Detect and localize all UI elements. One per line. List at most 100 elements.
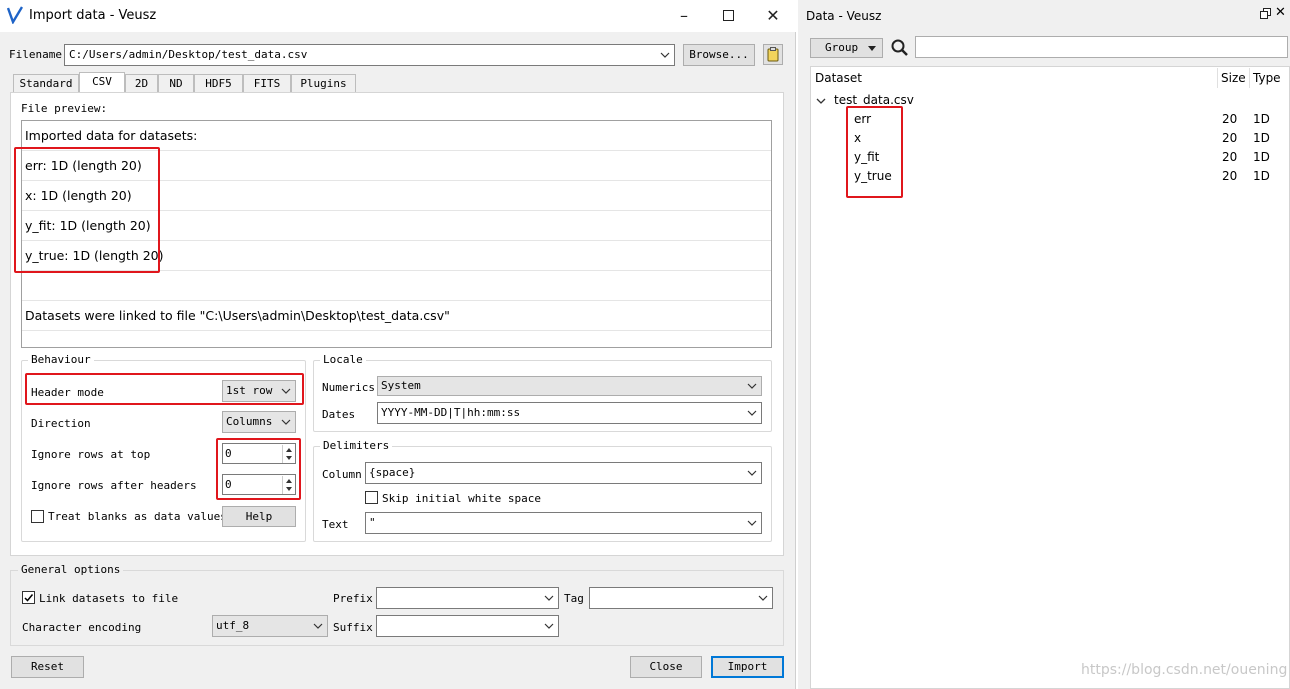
search-icon[interactable] — [890, 38, 910, 58]
link-datasets-label: Link datasets to file — [39, 592, 179, 605]
column-header-dataset: Dataset — [815, 71, 862, 85]
filename-label: Filename — [9, 48, 62, 61]
chevron-down-icon — [544, 616, 554, 636]
prefix-label: Prefix — [333, 592, 373, 605]
tag-input[interactable] — [589, 587, 773, 609]
tab-standard[interactable]: Standard — [13, 74, 79, 92]
preview-line — [22, 271, 771, 301]
skip-whitespace-checkbox[interactable] — [365, 491, 378, 504]
tab-csv[interactable]: CSV — [79, 72, 125, 92]
search-input[interactable] — [915, 36, 1288, 58]
datasets-highlight-box — [846, 106, 903, 198]
import-button[interactable]: Import — [711, 656, 784, 678]
dates-label: Dates — [322, 408, 356, 421]
dataset-size: 20 — [1222, 131, 1238, 145]
encoding-select[interactable]: utf_8 — [212, 615, 328, 637]
column-header-type: Type — [1253, 71, 1281, 85]
close-panel-icon[interactable]: ✕ — [1275, 5, 1286, 20]
group-button[interactable]: Group — [810, 38, 883, 58]
general-options-title: General options — [18, 563, 124, 577]
data-panel: Data - Veusz ✕ Group Dataset Size Type t… — [798, 0, 1290, 689]
ignore-rows-after-label: Ignore rows after headers — [31, 479, 197, 492]
group-label: Group — [825, 41, 859, 54]
chevron-down-icon — [747, 463, 757, 483]
numerics-value: System — [381, 379, 421, 392]
direction-select[interactable]: Columns — [222, 411, 296, 433]
skip-whitespace-label: Skip initial white space — [382, 492, 541, 505]
text-delimiter-value: " — [369, 516, 376, 529]
ignore-rows-top-label: Ignore rows at top — [31, 448, 151, 461]
minimize-button[interactable]: – — [664, 1, 704, 31]
chevron-down-icon — [544, 588, 554, 608]
tab-plugins[interactable]: Plugins — [291, 74, 356, 92]
filename-value: C:/Users/admin/Desktop/test_data.csv — [69, 48, 308, 61]
chevron-down-icon — [660, 45, 670, 65]
tab-nd[interactable]: ND — [158, 74, 194, 92]
browse-button[interactable]: Browse... — [683, 44, 755, 66]
suffix-label: Suffix — [333, 621, 373, 634]
preview-line: Datasets were linked to file "C:\Users\a… — [22, 301, 771, 331]
column-divider — [1249, 68, 1250, 88]
dataset-size: 20 — [1222, 169, 1238, 183]
dataset-type: 1D — [1253, 169, 1270, 183]
prefix-input[interactable] — [376, 587, 559, 609]
tab-fits[interactable]: FITS — [243, 74, 291, 92]
data-panel-title: Data - Veusz — [806, 9, 882, 23]
direction-label: Direction — [31, 417, 91, 430]
treat-blanks-label: Treat blanks as data values — [48, 510, 227, 523]
locale-title: Locale — [320, 353, 366, 367]
close-window-button[interactable]: ✕ — [753, 1, 793, 31]
column-delimiter-select[interactable]: {space} — [365, 462, 762, 484]
dataset-size: 20 — [1222, 150, 1238, 164]
chevron-down-icon — [747, 403, 757, 423]
dates-select[interactable]: YYYY-MM-DD|T|hh:mm:ss — [377, 402, 762, 424]
clipboard-button[interactable] — [763, 44, 783, 65]
file-preview-label: File preview: — [21, 102, 108, 115]
filename-input[interactable]: C:/Users/admin/Desktop/test_data.csv — [64, 44, 675, 66]
triangle-down-icon — [868, 46, 876, 51]
close-button[interactable]: Close — [630, 656, 702, 678]
help-button[interactable]: Help — [222, 506, 296, 527]
link-datasets-checkbox[interactable] — [22, 591, 35, 604]
veusz-logo-icon — [6, 6, 24, 25]
direction-value: Columns — [226, 415, 273, 428]
tag-label: Tag — [564, 592, 584, 605]
dates-value: YYYY-MM-DD|T|hh:mm:ss — [381, 406, 521, 419]
dataset-type: 1D — [1253, 150, 1270, 164]
behaviour-title: Behaviour — [28, 353, 94, 367]
dialog-titlebar: Import data - Veusz – ✕ — [0, 0, 796, 32]
dataset-type: 1D — [1253, 131, 1270, 145]
encoding-label: Character encoding — [22, 621, 142, 634]
ignore-rows-highlight-box — [216, 438, 301, 500]
chevron-down-icon[interactable] — [816, 95, 826, 105]
header-mode-highlight-box — [25, 373, 304, 405]
chevron-down-icon — [758, 588, 768, 608]
encoding-value: utf_8 — [216, 619, 250, 632]
suffix-input[interactable] — [376, 615, 559, 637]
numerics-select[interactable]: System — [377, 376, 762, 396]
column-label: Column — [322, 468, 362, 481]
float-panel-icon[interactable] — [1260, 8, 1272, 20]
column-divider — [1217, 68, 1218, 88]
column-header-size: Size — [1221, 71, 1246, 85]
maximize-button[interactable] — [708, 1, 748, 31]
chevron-down-icon — [313, 616, 323, 636]
chevron-down-icon — [747, 513, 757, 533]
chevron-down-icon — [747, 377, 757, 395]
text-delimiter-select[interactable]: " — [365, 512, 762, 534]
treat-blanks-checkbox[interactable] — [31, 510, 44, 523]
tab-hdf5[interactable]: HDF5 — [194, 74, 243, 92]
dataset-type: 1D — [1253, 112, 1270, 126]
tab-2d[interactable]: 2D — [125, 74, 158, 92]
column-delimiter-value: {space} — [369, 466, 416, 479]
preview-highlight-box — [14, 147, 160, 273]
dialog-title: Import data - Veusz — [29, 8, 157, 23]
clipboard-icon — [767, 47, 779, 62]
text-delimiter-label: Text — [322, 518, 349, 531]
dataset-size: 20 — [1222, 112, 1238, 126]
watermark: https://blog.csdn.net/ouening — [1081, 662, 1288, 678]
import-dialog: Import data - Veusz – ✕ Filename C:/User… — [0, 0, 796, 689]
delimiters-title: Delimiters — [320, 439, 393, 453]
chevron-down-icon — [281, 412, 291, 432]
reset-button[interactable]: Reset — [11, 656, 84, 678]
